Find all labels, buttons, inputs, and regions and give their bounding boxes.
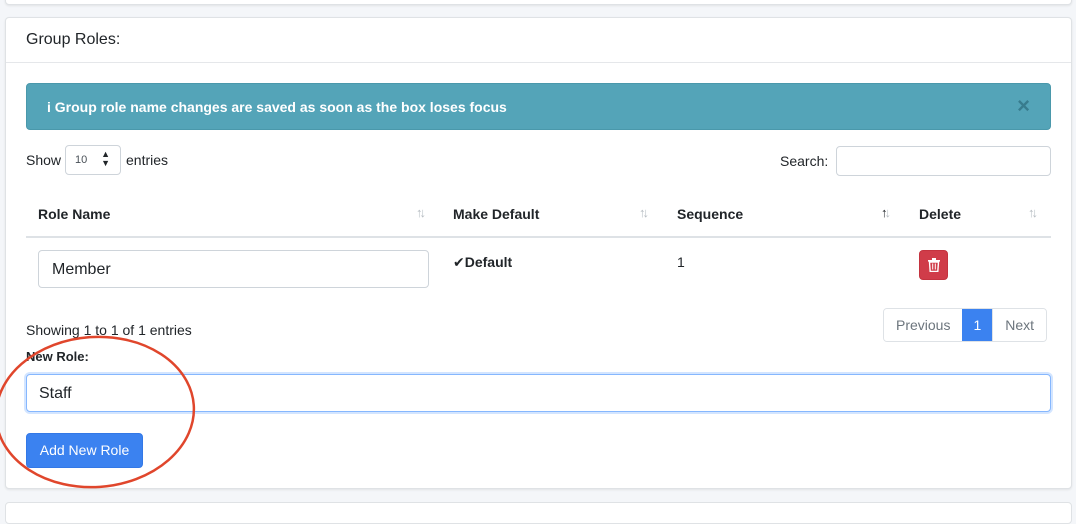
role-name-input[interactable]: Member xyxy=(38,250,429,288)
sort-icon[interactable]: ↑↓ xyxy=(1028,205,1038,220)
new-role-value: Staff xyxy=(39,385,72,402)
close-icon[interactable]: × xyxy=(1017,95,1030,117)
info-icon: i xyxy=(47,99,51,115)
column-header-role-name[interactable]: Role Name xyxy=(38,206,110,222)
table-header: Role Name ↑↓ Make Default ↑↓ Sequence ↑↓… xyxy=(26,193,1051,238)
sort-ascending-icon[interactable]: ↑↓ xyxy=(881,205,891,220)
previous-card-edge xyxy=(5,0,1072,5)
column-header-delete[interactable]: Delete xyxy=(919,206,961,222)
alert-message-wrap: i Group role name changes are saved as s… xyxy=(47,99,507,115)
sort-updown-icon: ▲ ▼ xyxy=(101,149,110,168)
group-roles-card: Group Roles: i Group role name changes a… xyxy=(5,17,1072,489)
entries-select-value: 10 xyxy=(75,154,88,166)
length-suffix: entries xyxy=(126,152,169,168)
delete-role-button[interactable] xyxy=(919,250,948,280)
default-label: Default xyxy=(464,254,513,270)
info-alert: i Group role name changes are saved as s… xyxy=(26,83,1051,130)
pagination-previous[interactable]: Previous xyxy=(884,309,963,341)
pagination-page-1[interactable]: 1 xyxy=(962,309,993,341)
check-icon: ✔ xyxy=(453,254,465,270)
column-header-sequence[interactable]: Sequence xyxy=(677,206,743,222)
sort-icon[interactable]: ↑↓ xyxy=(639,205,649,220)
next-card-edge xyxy=(5,502,1072,524)
length-prefix: Show xyxy=(26,152,62,168)
add-new-role-button[interactable]: Add New Role xyxy=(26,433,143,468)
pagination-next[interactable]: Next xyxy=(992,309,1047,341)
default-indicator: ✔Default xyxy=(453,254,512,271)
search-label: Search: xyxy=(780,153,829,169)
trash-icon xyxy=(928,258,940,272)
table-row: Member ✔Default 1 xyxy=(26,238,1051,298)
sort-icon[interactable]: ↑↓ xyxy=(416,205,426,220)
card-header: Group Roles: xyxy=(6,18,1071,63)
alert-message: Group role name changes are saved as soo… xyxy=(54,99,507,115)
search-input[interactable] xyxy=(836,146,1051,176)
role-name-value: Member xyxy=(52,261,111,278)
sequence-value: 1 xyxy=(677,254,685,270)
card-title: Group Roles: xyxy=(26,31,121,48)
table-info: Showing 1 to 1 of 1 entries xyxy=(26,322,192,338)
pagination: Previous 1 Next xyxy=(883,308,1048,342)
entries-select[interactable]: 10 ▲ ▼ xyxy=(65,145,121,175)
new-role-label: New Role: xyxy=(26,349,89,364)
column-header-make-default[interactable]: Make Default xyxy=(453,206,539,222)
new-role-input[interactable]: Staff xyxy=(26,374,1051,412)
